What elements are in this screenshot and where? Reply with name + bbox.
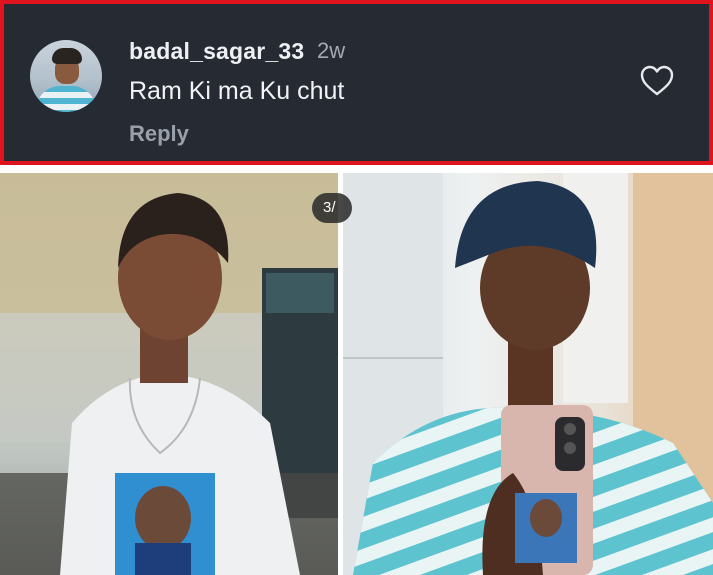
comment-timestamp: 2w (317, 38, 346, 63)
comment-text: Ram Ki ma Ku chut (129, 77, 345, 105)
photo-strip: 3/ (0, 173, 713, 575)
photo-left[interactable] (0, 173, 338, 575)
comment-username[interactable]: badal_sagar_33 (129, 38, 304, 65)
page-indicator: 3/ (312, 193, 352, 223)
heart-icon[interactable] (640, 65, 674, 97)
avatar-hair (52, 48, 82, 64)
photo-left-illustration (0, 173, 338, 575)
avatar-shirt (36, 86, 96, 112)
photo-right-illustration (343, 173, 713, 575)
comment-card: badal_sagar_33 2w Ram Ki ma Ku chut Repl… (0, 0, 713, 165)
photo-right[interactable] (343, 173, 713, 575)
avatar[interactable] (30, 40, 102, 112)
reply-button[interactable]: Reply (129, 121, 189, 147)
